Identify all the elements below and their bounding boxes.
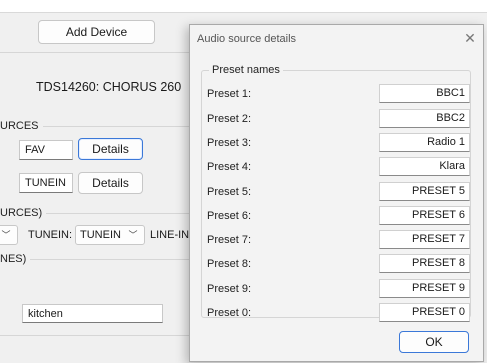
fav-source-field[interactable]: FAV: [19, 140, 73, 160]
tunein-select[interactable]: TUNEIN ﹀: [75, 225, 145, 245]
chevron-down-icon: ﹀: [128, 230, 138, 240]
preset-2-field[interactable]: BBC2: [379, 109, 470, 128]
preset-3-field[interactable]: Radio 1: [379, 133, 470, 152]
preset-3-label: Preset 3:: [207, 137, 252, 149]
preset-7-label: Preset 7:: [207, 234, 252, 246]
linein-label: LINE-IN:: [150, 229, 193, 241]
preset-5-field[interactable]: PRESET 5: [379, 182, 470, 201]
preset-4-label: Preset 4:: [207, 161, 252, 173]
preset-1-field[interactable]: BBC1: [379, 84, 470, 103]
preset-7-field[interactable]: PRESET 7: [379, 230, 470, 249]
preset-6-field[interactable]: PRESET 6: [379, 206, 470, 225]
preset-0-label: Preset 0:: [207, 307, 252, 319]
preset-2-label: Preset 2:: [207, 113, 252, 125]
bottom-divider: [0, 335, 190, 336]
preset-6-label: Preset 6:: [207, 210, 252, 222]
tunein-label: TUNEIN:: [28, 229, 72, 241]
preset-9-field[interactable]: PRESET 9: [379, 279, 470, 298]
preset-8-label: Preset 8:: [207, 258, 252, 270]
tunein-source-field[interactable]: TUNEIN: [19, 173, 73, 193]
preset-5-label: Preset 5:: [207, 186, 252, 198]
close-icon[interactable]: ✕: [460, 28, 480, 48]
dialog-title: Audio source details: [197, 33, 297, 45]
ok-button[interactable]: OK: [399, 331, 469, 353]
source-select-left[interactable]: ﹀: [0, 225, 18, 245]
top-divider: [0, 52, 190, 53]
chevron-down-icon: ﹀: [1, 230, 11, 240]
details-button-fav[interactable]: Details: [78, 138, 143, 160]
details-button-tunein[interactable]: Details: [78, 172, 143, 194]
room-name-field[interactable]: kitchen: [22, 304, 163, 323]
tunein-select-value: TUNEIN: [80, 229, 121, 241]
sources2-group-label: URCES): [0, 207, 47, 219]
preset-9-label: Preset 9:: [207, 283, 252, 295]
preset-names-group-label: Preset names: [209, 64, 283, 76]
preset-4-field[interactable]: Klara: [379, 157, 470, 176]
audio-source-details-dialog: Audio source details ✕ Preset names Pres…: [189, 24, 484, 362]
preset-1-label: Preset 1:: [207, 88, 252, 100]
names-group-label: NES): [0, 253, 31, 265]
add-device-button[interactable]: Add Device: [38, 20, 155, 44]
preset-0-field[interactable]: PRESET 0: [379, 303, 470, 322]
window-top-band: [0, 0, 487, 13]
sources-group-label: URCES: [0, 120, 43, 132]
device-title: TDS14260: CHORUS 260: [36, 80, 182, 94]
preset-8-field[interactable]: PRESET 8: [379, 254, 470, 273]
